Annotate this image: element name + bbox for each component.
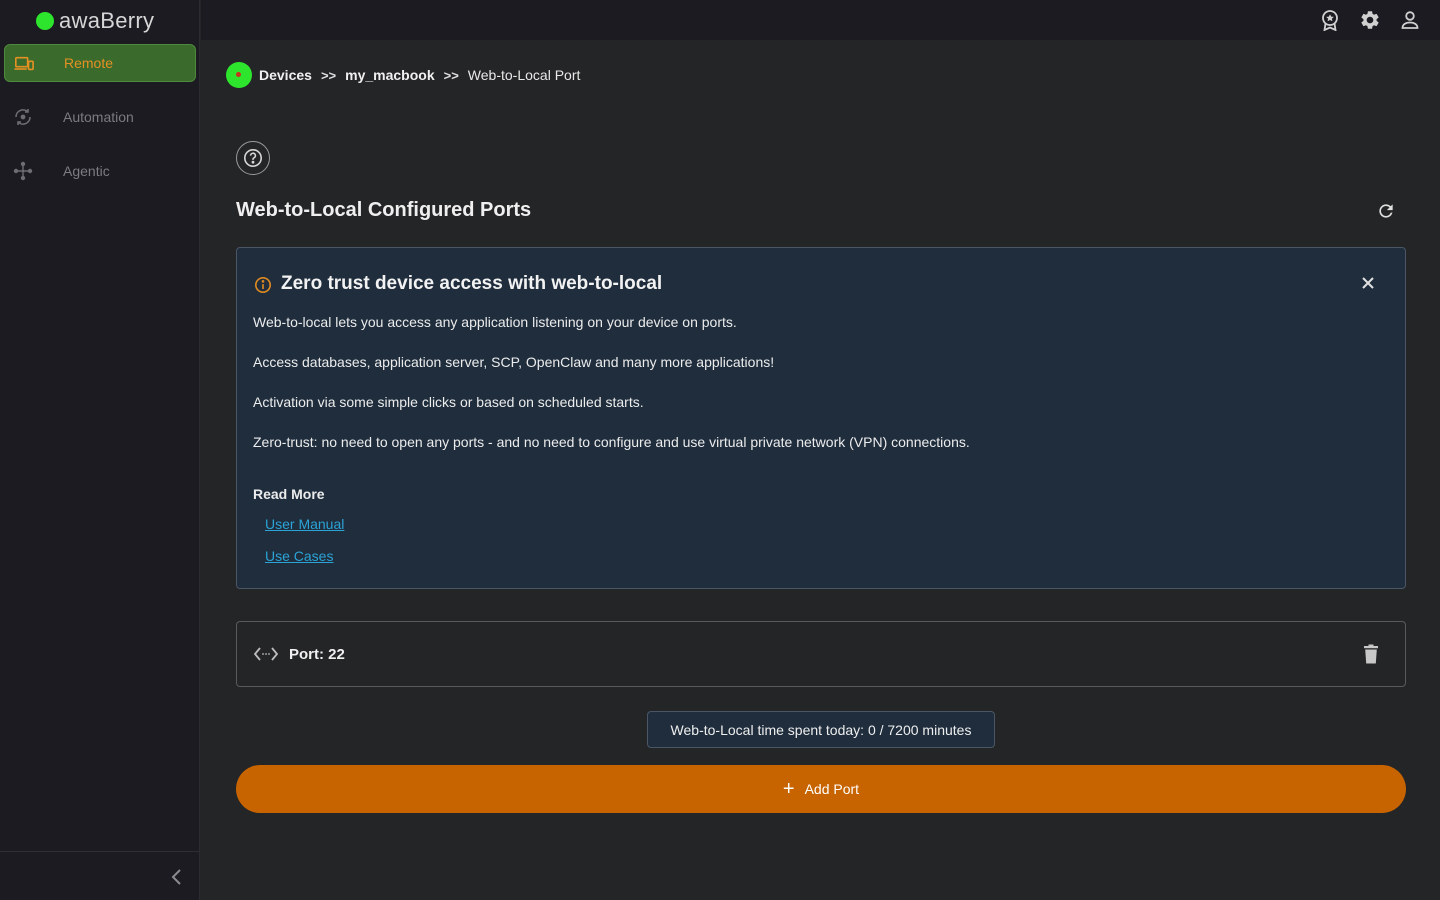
sidebar-item-label: Automation	[63, 109, 134, 125]
breadcrumb-separator: >>	[320, 67, 337, 83]
close-icon	[1362, 277, 1374, 289]
award-button[interactable]	[1319, 9, 1341, 31]
sidebar: awaBerry Remote Automation Agentic	[0, 0, 200, 900]
breadcrumb-current: Web-to-Local Port	[467, 67, 581, 83]
account-icon	[1401, 11, 1419, 29]
sidebar-item-agentic[interactable]: Agentic	[4, 152, 196, 190]
top-bar	[201, 0, 1440, 40]
refresh-button[interactable]	[1374, 199, 1398, 223]
collapse-sidebar-button[interactable]	[166, 866, 186, 888]
sidebar-item-label: Remote	[64, 55, 114, 71]
breadcrumb-devices-link[interactable]: Devices	[259, 67, 312, 83]
info-title: Zero trust device access with web-to-loc…	[281, 273, 663, 294]
port-label: Port: 22	[289, 646, 345, 663]
close-info-button[interactable]	[1359, 274, 1377, 292]
info-paragraph: Activation via some simple clicks or bas…	[253, 394, 644, 410]
help-icon	[244, 149, 262, 167]
breadcrumb-device-link[interactable]: my_macbook	[345, 67, 434, 83]
devices-icon	[14, 54, 34, 74]
info-paragraph: Zero-trust: no need to open any ports - …	[253, 434, 970, 450]
automation-icon	[13, 107, 33, 127]
sidebar-item-remote[interactable]: Remote	[4, 44, 196, 82]
info-banner: Zero trust device access with web-to-loc…	[236, 247, 1406, 589]
info-paragraph: Access databases, application server, SC…	[253, 354, 775, 370]
user-manual-link[interactable]: User Manual	[265, 516, 344, 532]
refresh-icon	[1379, 204, 1393, 218]
info-icon	[254, 276, 272, 294]
award-icon	[1322, 10, 1338, 31]
trash-icon	[1364, 644, 1378, 664]
brand-dot-icon	[36, 12, 54, 30]
use-cases-link[interactable]: Use Cases	[265, 548, 333, 564]
sidebar-footer	[0, 851, 200, 900]
sidebar-item-label: Agentic	[63, 163, 110, 179]
read-more-heading: Read More	[253, 486, 325, 502]
account-button[interactable]	[1399, 9, 1421, 31]
plus-icon: +	[782, 778, 795, 800]
sidebar-item-automation[interactable]: Automation	[4, 98, 196, 136]
agentic-icon	[13, 161, 33, 181]
page-title: Web-to-Local Configured Ports	[236, 199, 532, 221]
add-port-button[interactable]: + Add Port	[236, 765, 1406, 813]
delete-port-button[interactable]	[1359, 642, 1383, 666]
usage-status: Web-to-Local time spent today: 0 / 7200 …	[647, 711, 995, 748]
help-button[interactable]	[236, 141, 270, 175]
breadcrumb: Devices >> my_macbook >> Web-to-Local Po…	[226, 62, 580, 88]
chevron-left-icon	[171, 869, 181, 885]
brand-logo[interactable]: awaBerry	[36, 8, 154, 34]
device-status-icon	[226, 62, 252, 88]
settings-button[interactable]	[1359, 9, 1381, 31]
gear-icon	[1361, 11, 1379, 29]
info-paragraph: Web-to-local lets you access any applica…	[253, 314, 737, 330]
breadcrumb-separator: >>	[443, 67, 459, 83]
port-card[interactable]: Port: 22	[236, 621, 1406, 687]
brand-name: awaBerry	[59, 8, 155, 33]
code-icon	[254, 647, 278, 661]
add-port-label: Add Port	[804, 781, 860, 797]
